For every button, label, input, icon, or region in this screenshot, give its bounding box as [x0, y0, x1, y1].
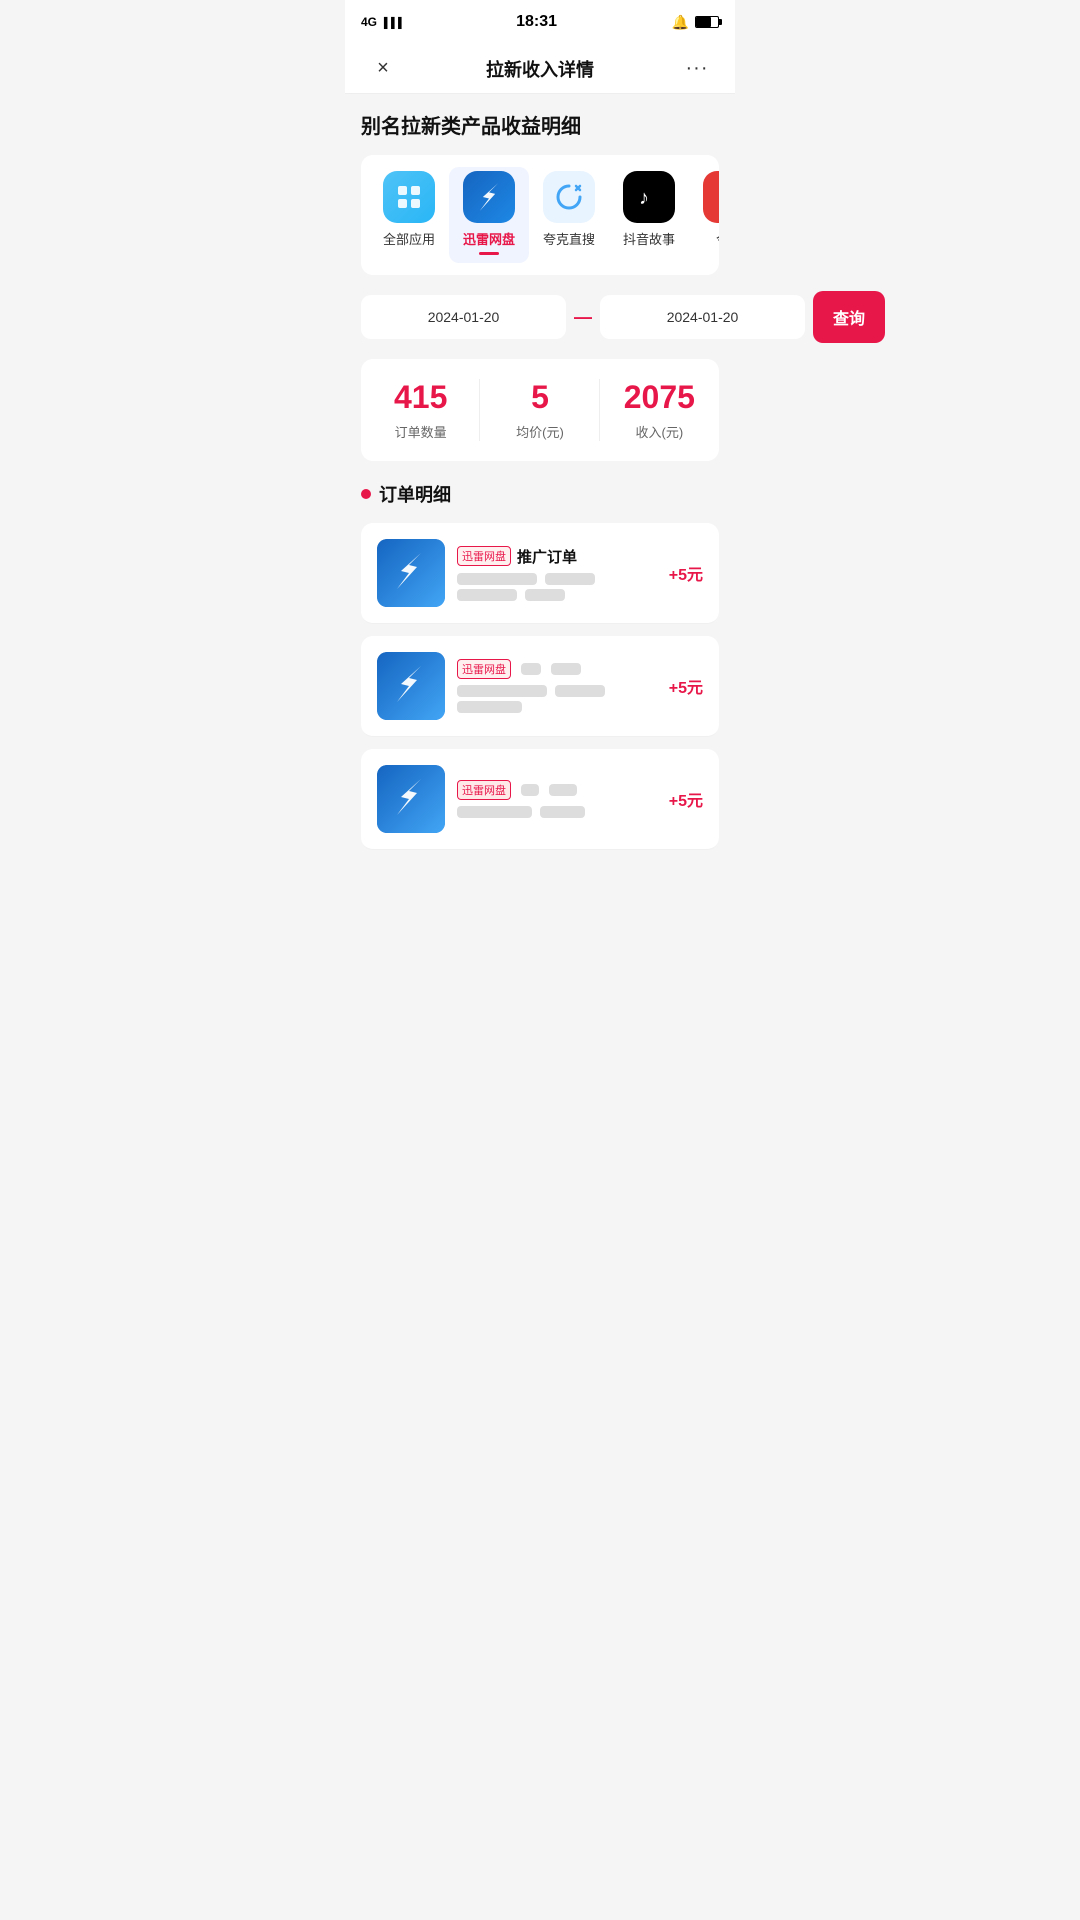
tab-jinri-label: 今日	[716, 229, 719, 248]
blurred-name-2a	[521, 663, 541, 675]
order-list: 迅雷网盘 推广订单 +5元	[361, 523, 719, 850]
blurred-name-3a	[521, 784, 539, 796]
stat-label-orders: 订单数量	[369, 422, 472, 441]
order-header-3: 迅雷网盘	[457, 780, 657, 800]
query-button[interactable]: 查询	[813, 291, 885, 343]
order-item-2[interactable]: 迅雷网盘 +5元	[361, 636, 719, 737]
order-header-1: 迅雷网盘 推广订单	[457, 546, 657, 567]
order-tag-2: 迅雷网盘	[457, 659, 511, 679]
order-meta-2	[457, 685, 657, 713]
stat-income: 2075 收入(元)	[600, 359, 719, 461]
blurred-row-2	[457, 589, 657, 601]
douyin-icon: ♪	[623, 171, 675, 223]
order-header-2: 迅雷网盘	[457, 659, 657, 679]
order-item-3[interactable]: 迅雷网盘 +5元	[361, 749, 719, 850]
order-thumb-3	[377, 765, 445, 833]
blurred-row-4	[457, 701, 657, 713]
red-dot-icon	[361, 489, 371, 499]
page-title: 拉新收入详情	[486, 56, 594, 82]
stat-label-income: 收入(元)	[608, 422, 711, 441]
order-info-1: 迅雷网盘 推广订单	[457, 546, 657, 601]
tab-kuake-label: 夸克直搜	[543, 229, 595, 248]
jinri-icon: 百	[703, 171, 719, 223]
order-section-title-text: 订单明细	[379, 481, 451, 507]
stat-avg-price: 5 均价(元)	[480, 359, 599, 461]
blurred-name-3b	[549, 784, 577, 796]
order-info-3: 迅雷网盘	[457, 780, 657, 818]
order-amount-3: +5元	[669, 787, 703, 811]
blurred-info-2a	[457, 685, 547, 697]
section-heading: 别名拉新类产品收益明细	[361, 110, 719, 139]
app-tab-bar: 全部应用 迅雷网盘 夸克直搜	[361, 155, 719, 275]
active-tab-indicator	[479, 252, 499, 255]
status-time: 18:31	[516, 13, 557, 31]
tab-kuake[interactable]: 夸克直搜	[529, 167, 609, 263]
order-name-1: 推广订单	[517, 546, 577, 567]
close-button[interactable]: ×	[365, 51, 401, 87]
svg-text:♪: ♪	[639, 187, 649, 209]
tab-all-apps-label: 全部应用	[383, 229, 435, 248]
order-amount-2: +5元	[669, 674, 703, 698]
start-date-input[interactable]	[361, 295, 566, 339]
stat-order-count: 415 订单数量	[361, 359, 480, 461]
blurred-row-3	[457, 685, 657, 697]
blurred-row-1	[457, 573, 657, 585]
blurred-info-1b	[545, 573, 595, 585]
tab-douyin[interactable]: ♪ 抖音故事	[609, 167, 689, 263]
stat-value-orders: 415	[369, 379, 472, 416]
all-apps-icon	[383, 171, 435, 223]
order-info-2: 迅雷网盘	[457, 659, 657, 713]
status-icons: 🔔	[672, 14, 719, 31]
tab-xunlei[interactable]: 迅雷网盘	[449, 167, 529, 263]
blurred-info-2b	[555, 685, 605, 697]
order-section-heading: 订单明细	[361, 481, 719, 507]
tab-xunlei-label: 迅雷网盘	[463, 229, 515, 248]
blurred-info-3b	[540, 806, 585, 818]
blurred-info-2c	[457, 701, 522, 713]
blurred-name-2b	[551, 663, 581, 675]
tab-jinri[interactable]: 百 今日	[689, 167, 719, 263]
order-meta-3	[457, 806, 657, 818]
blurred-row-5	[457, 806, 657, 818]
battery-icon	[695, 16, 719, 28]
stat-value-income: 2075	[608, 379, 711, 416]
order-tag-1: 迅雷网盘	[457, 546, 511, 566]
nav-bar: × 拉新收入详情 ···	[345, 44, 735, 94]
order-thumb-1	[377, 539, 445, 607]
order-item[interactable]: 迅雷网盘 推广订单 +5元	[361, 523, 719, 624]
xunlei-icon	[463, 171, 515, 223]
blurred-info-1d	[525, 589, 565, 601]
more-menu-button[interactable]: ···	[679, 51, 715, 87]
end-date-input[interactable]	[600, 295, 805, 339]
signal-indicator: 4G ▐▐▐	[361, 15, 402, 29]
bell-icon: 🔔	[672, 14, 689, 31]
stat-value-price: 5	[488, 379, 591, 416]
tab-douyin-label: 抖音故事	[623, 229, 675, 248]
tab-all-apps[interactable]: 全部应用	[369, 167, 449, 263]
stat-label-price: 均价(元)	[488, 422, 591, 441]
blurred-info-3a	[457, 806, 532, 818]
status-bar: 4G ▐▐▐ 18:31 🔔	[345, 0, 735, 44]
date-filter: — 查询	[361, 291, 719, 343]
order-meta-1	[457, 573, 657, 601]
kuake-icon	[543, 171, 595, 223]
stats-card: 415 订单数量 5 均价(元) 2075 收入(元)	[361, 359, 719, 461]
date-separator: —	[574, 307, 592, 328]
order-amount-1: +5元	[669, 561, 703, 585]
blurred-info-1c	[457, 589, 517, 601]
blurred-info-1a	[457, 573, 537, 585]
order-thumb-2	[377, 652, 445, 720]
main-content: 别名拉新类产品收益明细 全部应用 迅雷网盘	[345, 94, 735, 850]
order-tag-3: 迅雷网盘	[457, 780, 511, 800]
